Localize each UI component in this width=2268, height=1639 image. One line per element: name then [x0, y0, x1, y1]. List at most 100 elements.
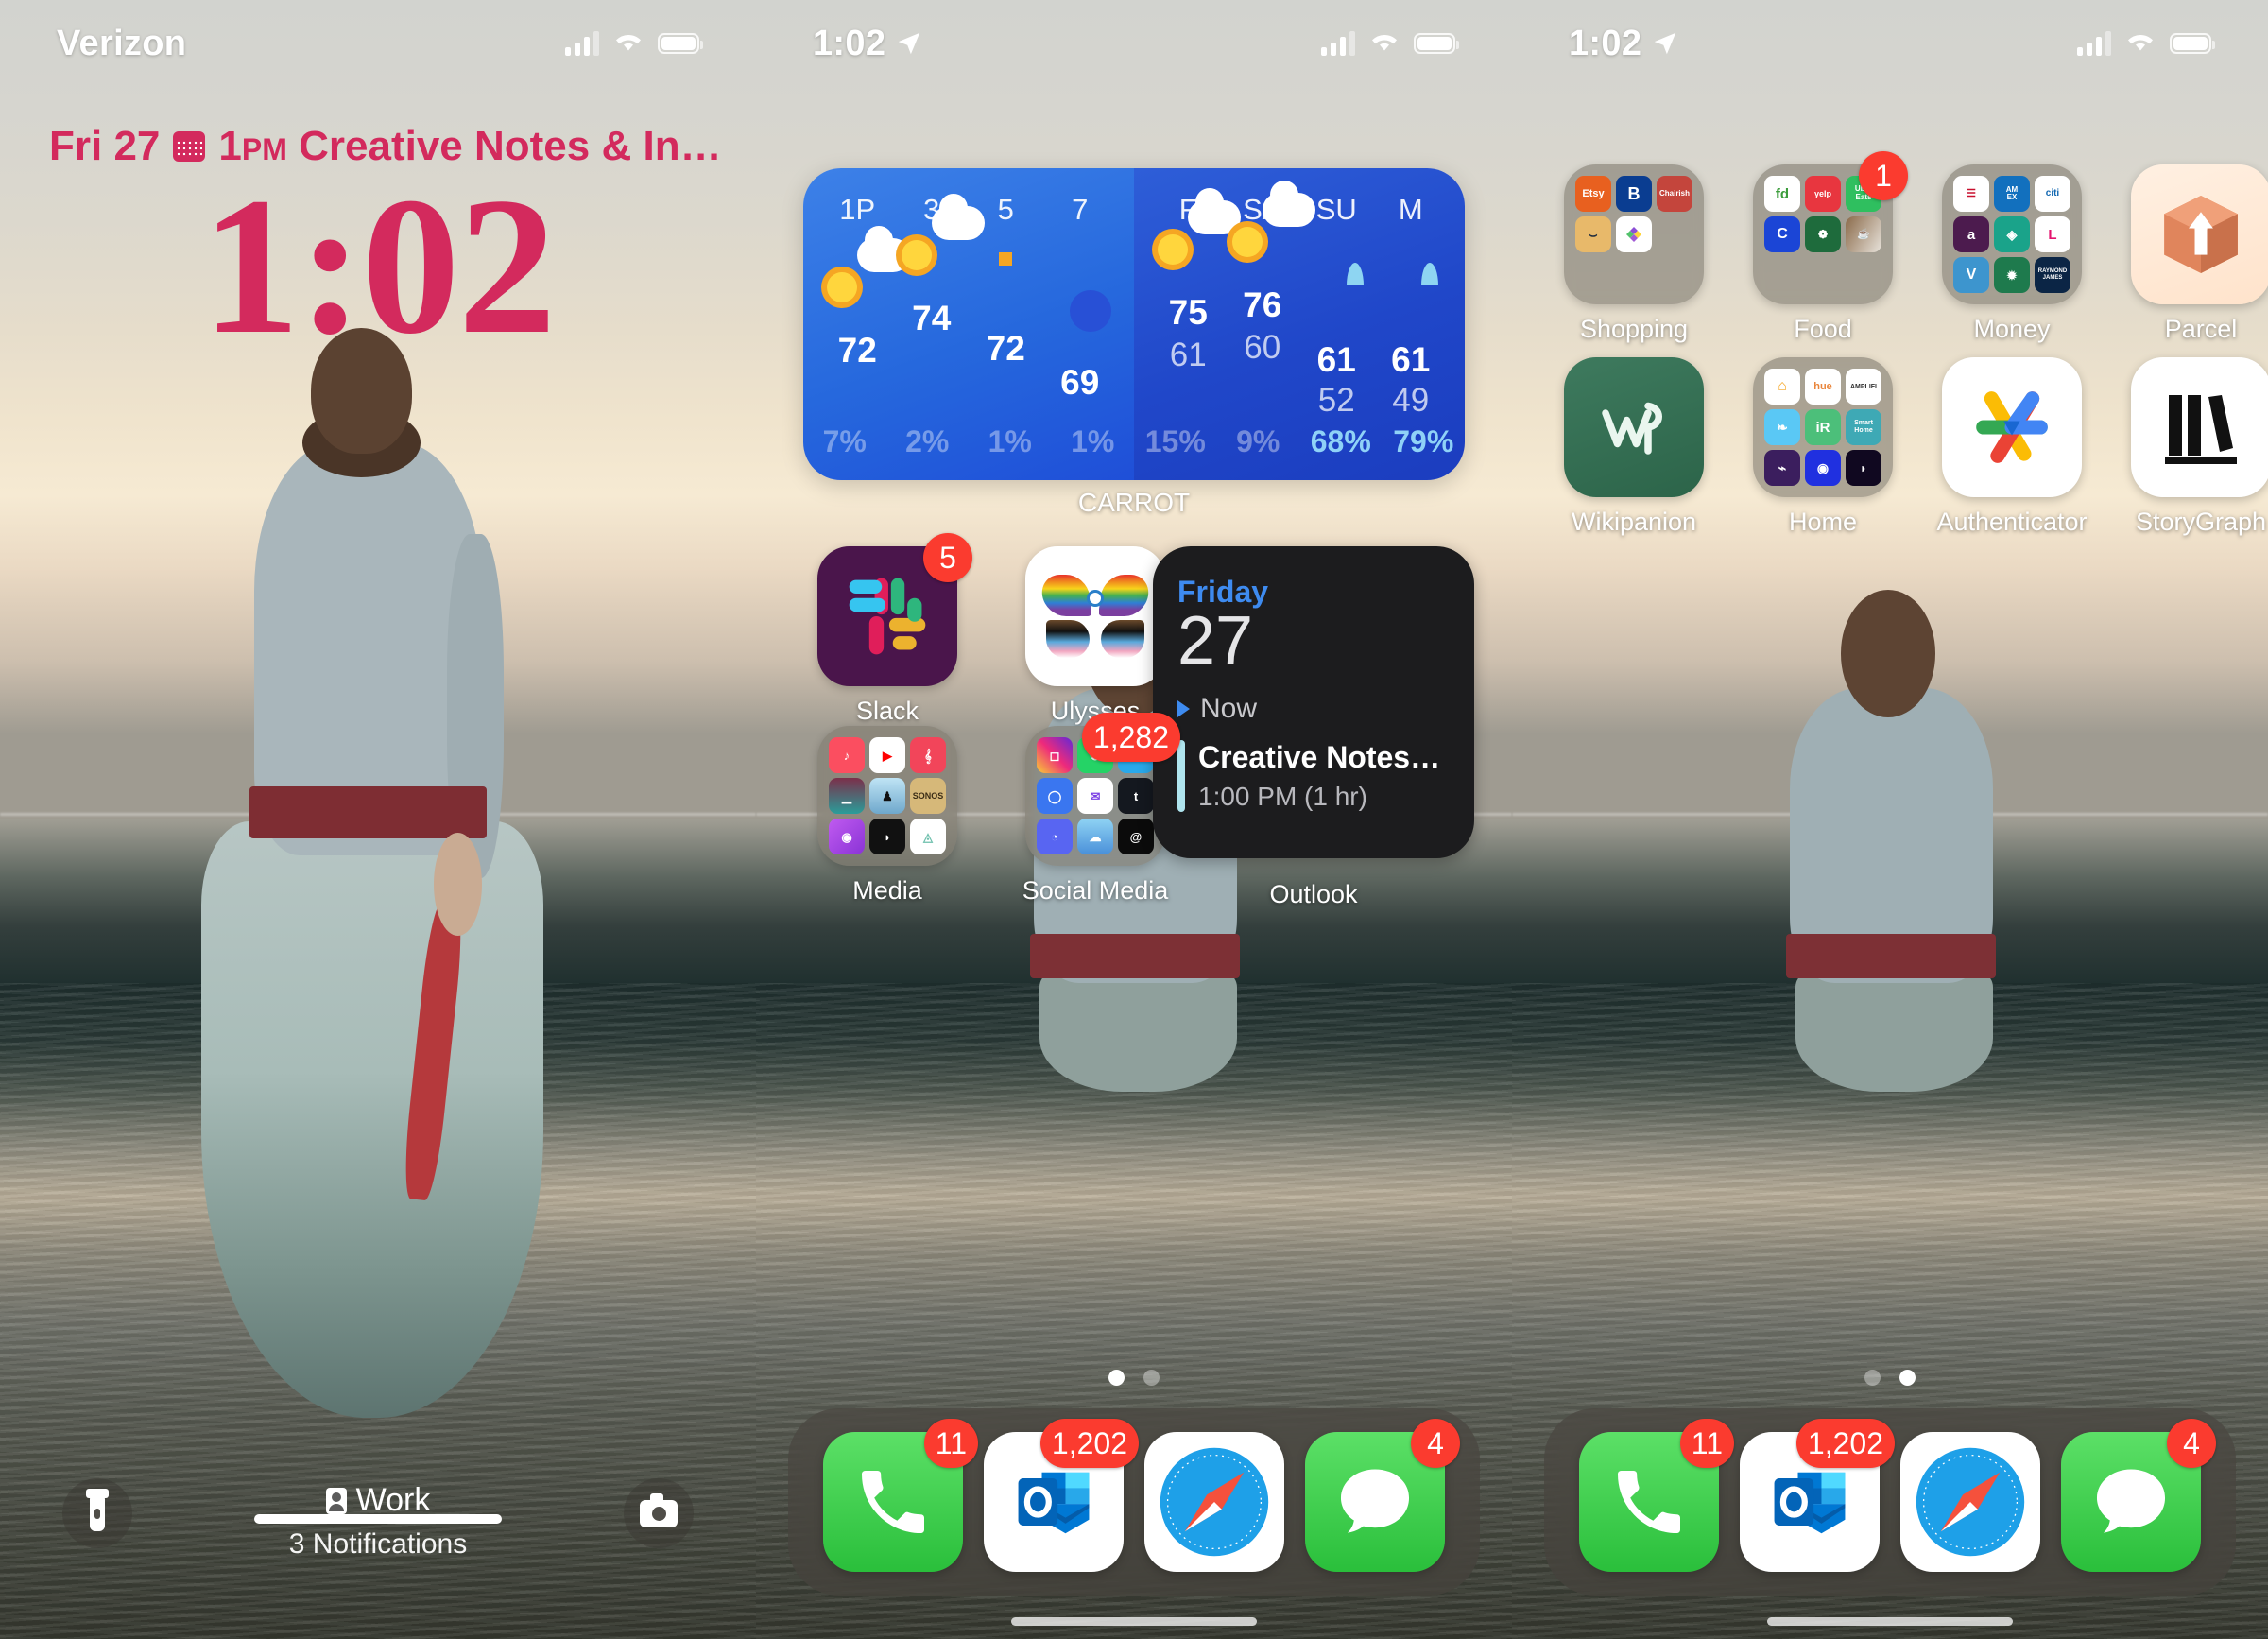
- widget-event-row[interactable]: Creative Notes… 1:00 PM (1 hr): [1177, 739, 1450, 812]
- event-time: 1:00 PM (1 hr): [1198, 781, 1367, 811]
- dock-app-messages[interactable]: 4: [2061, 1419, 2216, 1572]
- day-low: 49: [1392, 382, 1430, 419]
- day-precip: 79%: [1393, 424, 1454, 458]
- app-label: Authenticator: [1936, 508, 2088, 536]
- carrot-widget-label: CARROT: [1077, 488, 1191, 517]
- day-precip: 15%: [1144, 424, 1206, 458]
- hour-precip: 1%: [1071, 424, 1115, 458]
- day-low: 61: [1169, 336, 1207, 373]
- hour-precip: 2%: [905, 424, 950, 458]
- hour-precip: 7%: [822, 424, 867, 458]
- dock-app-phone[interactable]: 11: [823, 1419, 978, 1572]
- dock: 11 1,202 4: [1544, 1408, 2236, 1596]
- day-precip: 68%: [1310, 424, 1371, 458]
- battery-icon: [1414, 33, 1459, 54]
- wifi-icon: [2124, 29, 2156, 59]
- page-indicator[interactable]: [756, 1370, 1512, 1386]
- carrot-weather-widget[interactable]: 1P 3 5 7 72 74 72 ✦ 69 7% 2% 1% 1% F SU …: [803, 168, 1465, 480]
- hour-column: 72: [969, 227, 1043, 416]
- battery-icon: [658, 33, 703, 54]
- day-high: 61: [1316, 340, 1356, 379]
- dock: 11 1,202 4: [788, 1408, 1480, 1596]
- wallpaper-figure: [1739, 590, 2056, 1092]
- wikipanion-icon: [1564, 357, 1704, 497]
- widget-date: 27: [1177, 603, 1254, 679]
- hour-column: 74: [895, 194, 985, 416]
- hour-label: 7: [1072, 193, 1089, 226]
- folder-shopping[interactable]: Etsy B Chairish ⌣ Shopping: [1550, 164, 1718, 344]
- dock-app-messages[interactable]: 4: [1305, 1419, 1460, 1572]
- folder-label: Home: [1788, 508, 1858, 536]
- wifi-icon: [1368, 29, 1400, 59]
- outlook-calendar-widget[interactable]: Friday 27 Now Creative Notes… 1:00 PM (1…: [1153, 546, 1474, 858]
- app-storygraph[interactable]: StoryGraph: [2117, 357, 2268, 537]
- ulysses-icon: [1025, 546, 1165, 686]
- weather-daily-section: F SA SU M 75 61 76 60: [1134, 168, 1465, 480]
- chevron-right-icon: [1177, 699, 1190, 717]
- page-indicator[interactable]: [1512, 1370, 2268, 1386]
- hour-column: ✦ 69: [1060, 291, 1100, 402]
- badge-count: 4: [1411, 1419, 1460, 1468]
- folder-media[interactable]: ♪ ▶ 𝄞 ▁ ♟ SONOS ◉ ◗ ◬ Media: [803, 726, 971, 906]
- badge-count: 4: [2167, 1419, 2216, 1468]
- calendar-icon: [173, 131, 206, 162]
- home-indicator[interactable]: [1011, 1617, 1257, 1626]
- lock-screen-widget-area[interactable]: Fri 27 1PM Creative Notes & In… 1:02: [0, 123, 756, 364]
- home-indicator[interactable]: [1767, 1617, 2013, 1626]
- cellular-bars-icon: [1321, 31, 1355, 56]
- cellular-bars-icon: [2077, 31, 2111, 56]
- badge-count: 1,282: [1081, 713, 1180, 762]
- location-arrow-icon: [899, 32, 920, 55]
- app-wikipanion[interactable]: Wikipanion: [1550, 357, 1718, 537]
- day-column: 61 49: [1374, 227, 1449, 419]
- app-parcel[interactable]: Parcel: [2117, 164, 2268, 344]
- wifi-icon: [612, 29, 644, 59]
- day-label: M: [1398, 193, 1423, 226]
- folder-money[interactable]: ☰ AM EX citi a ◈ L V ✹ RAYMOND JAMES Money: [1928, 164, 2096, 344]
- page-dot[interactable]: [1108, 1370, 1125, 1386]
- folder-food[interactable]: fd yelp UberEats C ❁ ☕ 1 Food: [1739, 151, 1908, 344]
- dock-app-safari[interactable]: [1144, 1432, 1284, 1572]
- day-high: 61: [1391, 340, 1431, 379]
- screenshot-root: Verizon Fri 27 1PM Creative Notes & In… …: [0, 0, 2268, 1639]
- hour-label: 1P: [839, 193, 876, 226]
- dock-app-phone[interactable]: 11: [1579, 1419, 1734, 1572]
- day-high: 75: [1168, 293, 1208, 332]
- dock-app-outlook[interactable]: 1,202: [1740, 1419, 1895, 1572]
- notification-count[interactable]: 3 Notifications: [0, 1528, 756, 1561]
- dock-app-outlook[interactable]: 1,202: [984, 1419, 1139, 1572]
- lock-event-date: Fri 27: [49, 123, 161, 169]
- page-dot[interactable]: [1864, 1370, 1881, 1386]
- badge-count: 1,202: [1796, 1419, 1895, 1468]
- authenticator-icon: [1942, 357, 2082, 497]
- page-dot[interactable]: [1899, 1370, 1916, 1386]
- folder-icon: ☰ AM EX citi a ◈ L V ✹ RAYMOND JAMES: [1942, 164, 2082, 304]
- hour-column: 72: [820, 226, 911, 416]
- home-screen-page-1-panel: 1:02 1P 3 5 7 72 74 72 ✦ 69 7% 2% 1% 1% …: [756, 0, 1512, 1639]
- day-precip: 9%: [1236, 424, 1280, 458]
- folder-home[interactable]: ⌂ hue AMPLIFI ❧ iR Smart Home ⌁ ◉ ◗ Home: [1739, 357, 1907, 537]
- hour-temp: 69: [1060, 363, 1100, 402]
- focus-work-icon: [325, 1487, 347, 1514]
- app-slack[interactable]: 5 Slack: [803, 533, 972, 726]
- app-label: Slack: [855, 697, 919, 725]
- day-low: 52: [1317, 382, 1355, 419]
- safari-icon: [1900, 1432, 2040, 1572]
- app-authenticator[interactable]: Authenticator: [1928, 357, 2096, 537]
- folder-icon: Etsy B Chairish ⌣: [1564, 164, 1704, 304]
- battery-icon: [2170, 33, 2215, 54]
- lock-screen-panel: Verizon Fri 27 1PM Creative Notes & In… …: [0, 0, 756, 1639]
- day-column: 76 60: [1226, 181, 1315, 416]
- day-high: 76: [1243, 285, 1282, 324]
- carrier-label: Verizon: [57, 23, 187, 63]
- folder-label: Media: [852, 876, 922, 905]
- folder-label: Money: [1973, 315, 2051, 343]
- home-indicator[interactable]: [254, 1514, 502, 1524]
- badge-count: 1: [1859, 151, 1908, 200]
- dock-app-safari[interactable]: [1900, 1432, 2040, 1572]
- safari-icon: [1144, 1432, 1284, 1572]
- status-bar: Verizon: [0, 0, 756, 87]
- badge-count: 11: [923, 1419, 978, 1468]
- home-screen-page-2-panel: 1:02 Etsy B Chairish ⌣ Shopping fd yelp …: [1512, 0, 2268, 1639]
- page-dot[interactable]: [1143, 1370, 1160, 1386]
